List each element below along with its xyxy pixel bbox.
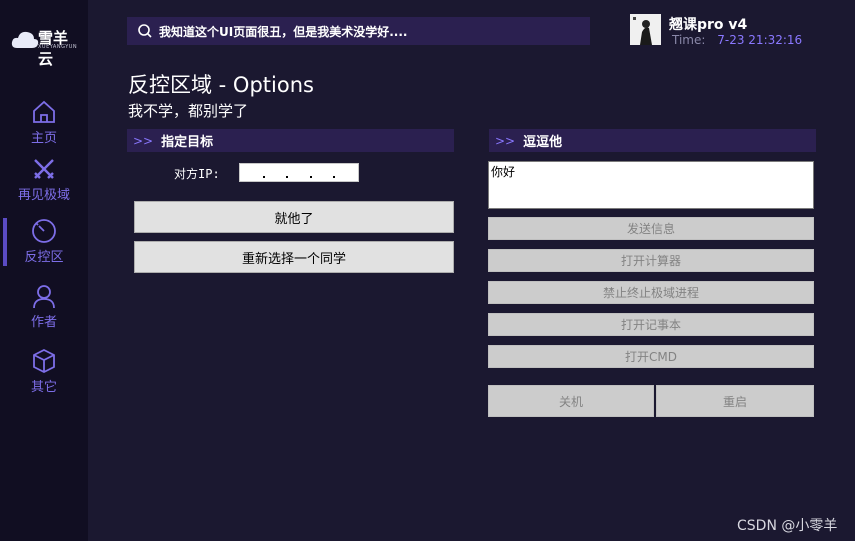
user-name: 翘课pro v4 xyxy=(669,17,748,33)
ip-separator xyxy=(309,176,312,178)
search-bar[interactable]: 我知道这个UI页面很丑，但是我美术没学好.... xyxy=(127,17,590,45)
ip-separator xyxy=(262,176,265,178)
ip-input[interactable] xyxy=(239,163,359,182)
sidebar-item-label: 作者 xyxy=(30,315,57,330)
sidebar-item-bye-jiyu[interactable]: 再见极域 xyxy=(0,154,88,214)
avatar xyxy=(630,14,661,45)
ip-separator xyxy=(333,176,336,178)
search-text: 我知道这个UI页面很丑，但是我美术没学好.... xyxy=(159,24,408,39)
sidebar-item-label: 再见极域 xyxy=(17,188,70,203)
message-input[interactable]: 你好 xyxy=(488,161,814,209)
open-calculator-button[interactable]: 打开计算器 xyxy=(488,249,814,272)
target-section-header: >> 指定目标 xyxy=(127,129,454,152)
ip-label: 对方IP: xyxy=(174,167,220,181)
section-title: 指定目标 xyxy=(161,135,214,150)
cloud-icon xyxy=(11,31,39,48)
section-title: 逗逗他 xyxy=(523,135,563,150)
page-subtitle: 我不学，都别学了 xyxy=(128,102,249,120)
watermark: CSDN @小零羊 xyxy=(737,518,838,534)
chevron-right-icon: >> xyxy=(495,133,516,148)
page-title: 反控区域 - Options xyxy=(128,73,314,97)
sidebar-item-author[interactable]: 作者 xyxy=(0,281,88,341)
swords-icon xyxy=(29,154,59,184)
sidebar-item-home[interactable]: 主页 xyxy=(0,97,88,157)
clock: Time: 7-23 21:32:16 xyxy=(672,33,802,47)
open-notepad-button[interactable]: 打开记事本 xyxy=(488,313,814,336)
logo-subtext: XUEYANGYUN xyxy=(38,44,78,50)
logo: 雪羊云 XUEYANGYUN xyxy=(8,22,82,68)
time-value: 7-23 21:32:16 xyxy=(717,33,803,47)
chevron-right-icon: >> xyxy=(133,133,154,148)
home-icon xyxy=(29,97,59,127)
open-cmd-button[interactable]: 打开CMD xyxy=(488,345,814,368)
sidebar-item-counter-control[interactable]: 反控区 xyxy=(0,216,88,276)
sidebar-item-label: 反控区 xyxy=(24,250,64,265)
search-icon xyxy=(138,24,152,38)
cube-icon xyxy=(29,346,59,376)
block-kill-jiyu-button[interactable]: 禁止终止极域进程 xyxy=(488,281,814,304)
sidebar-item-other[interactable]: 其它 xyxy=(0,346,88,406)
restart-button[interactable]: 重启 xyxy=(656,385,814,417)
ip-separator xyxy=(286,176,289,178)
user-icon xyxy=(29,281,59,311)
sidebar-item-label: 主页 xyxy=(30,131,57,146)
sidebar-item-label: 其它 xyxy=(30,380,57,395)
select-target-button[interactable]: 就他了 xyxy=(134,201,454,233)
send-message-button[interactable]: 发送信息 xyxy=(488,217,814,240)
tease-section-header: >> 逗逗他 xyxy=(489,129,816,152)
time-label: Time: xyxy=(672,33,706,47)
shutdown-button[interactable]: 关机 xyxy=(488,385,654,417)
reselect-target-button[interactable]: 重新选择一个同学 xyxy=(134,241,454,273)
sidebar: 雪羊云 XUEYANGYUN 主页 再见极域 反控区 作者 其它 xyxy=(0,0,88,541)
gauge-icon xyxy=(29,216,59,246)
